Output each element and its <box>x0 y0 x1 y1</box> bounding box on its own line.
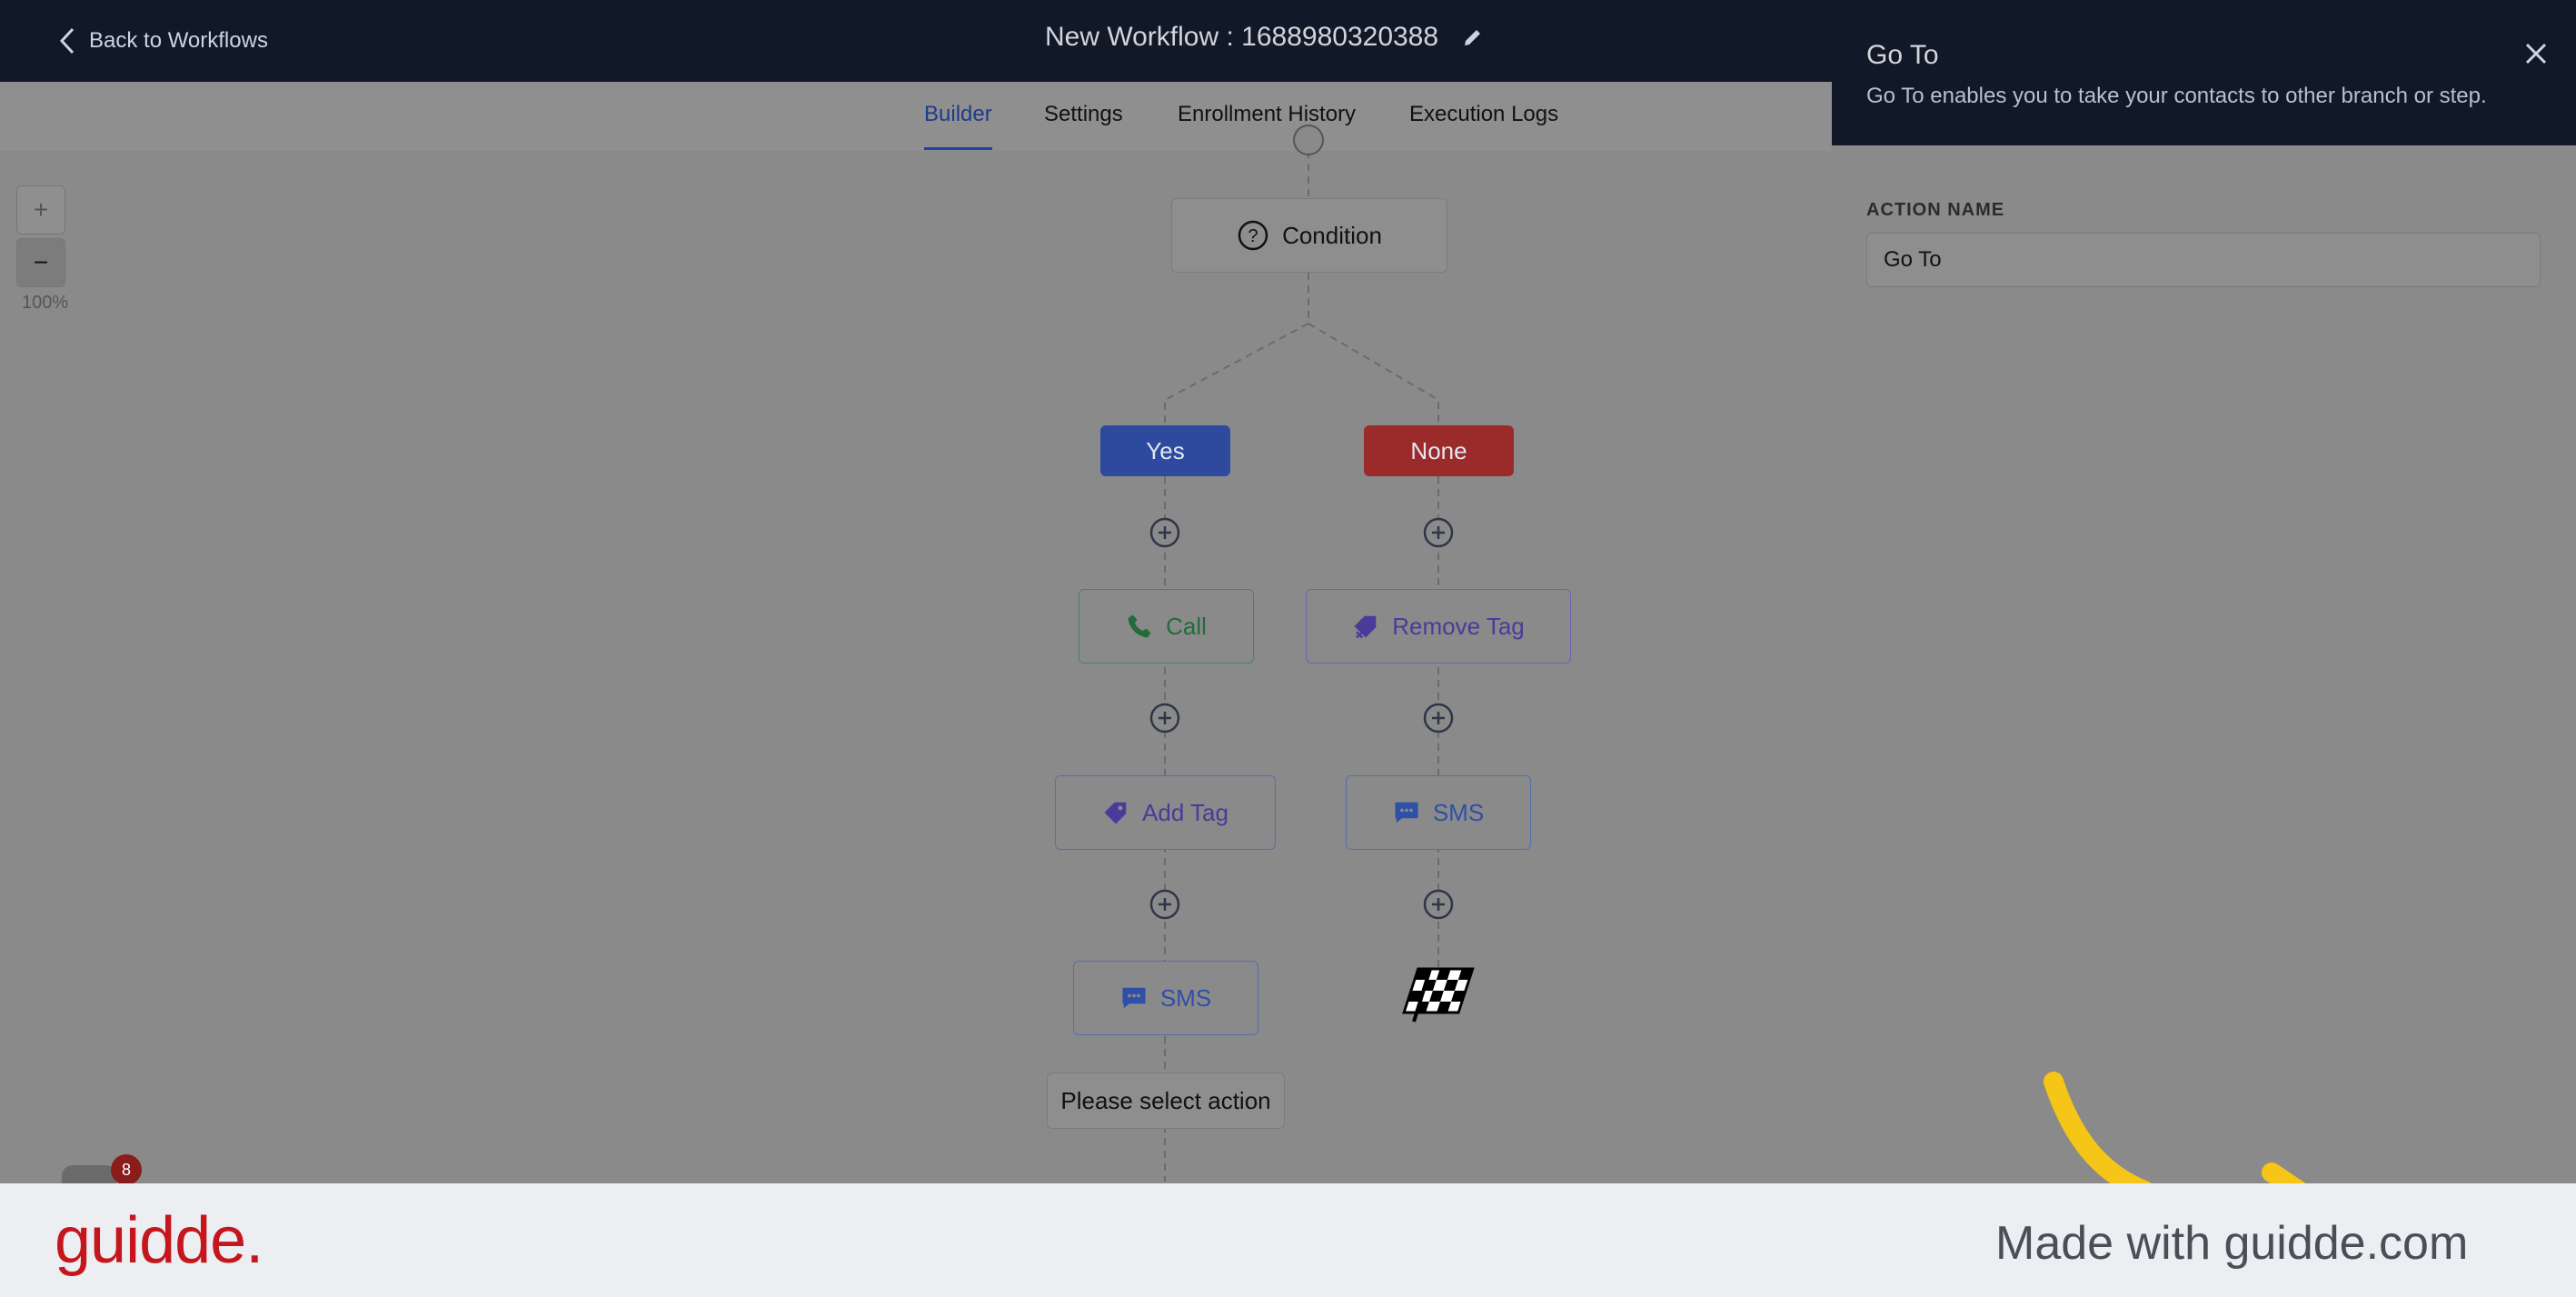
sms-step-node[interactable]: SMS <box>1073 961 1258 1035</box>
condition-label: Condition <box>1282 221 1382 249</box>
svg-text:?: ? <box>1248 226 1258 246</box>
message-icon <box>1395 802 1418 823</box>
add-step-plus-icon[interactable] <box>1423 517 1454 548</box>
add-tag-step-label: Add Tag <box>1142 798 1228 826</box>
please-select-action-node[interactable]: Please select action <box>1047 1073 1285 1129</box>
made-with-text: Made with guidde.com <box>1995 1217 2469 1270</box>
condition-node[interactable]: ? Condition <box>1171 198 1447 273</box>
remove-tag-step-label: Remove Tag <box>1392 612 1525 640</box>
panel-header: Go To Go To enables you to take your con… <box>1832 0 2576 145</box>
question-circle-icon: ? <box>1238 220 1268 251</box>
notification-badge: 8 <box>111 1154 142 1185</box>
phone-icon <box>1128 614 1151 638</box>
add-step-plus-icon[interactable] <box>1149 517 1180 548</box>
panel-title: Go To <box>1866 40 1939 70</box>
action-name-label: ACTION NAME <box>1866 200 2005 220</box>
guidde-logo: guidde. <box>55 1204 264 1277</box>
tag-remove-icon <box>1354 615 1377 639</box>
sms-step-node[interactable]: SMS <box>1346 775 1531 850</box>
branch-none[interactable]: None <box>1364 425 1514 476</box>
add-tag-step-node[interactable]: Add Tag <box>1055 775 1276 850</box>
action-name-input[interactable] <box>1866 233 2541 287</box>
call-step-label: Call <box>1166 612 1207 640</box>
add-step-plus-icon[interactable] <box>1423 703 1454 733</box>
chat-widget[interactable] <box>62 1165 116 1185</box>
add-step-plus-icon[interactable] <box>1149 703 1180 733</box>
message-icon <box>1122 987 1146 1009</box>
call-step-node[interactable]: Call <box>1079 589 1254 663</box>
add-step-plus-icon[interactable] <box>1149 889 1180 920</box>
remove-tag-step-node[interactable]: Remove Tag <box>1306 589 1571 663</box>
tag-icon <box>1104 802 1127 824</box>
close-icon[interactable] <box>2522 40 2550 67</box>
sms-step-label: SMS <box>1159 983 1212 1012</box>
finish-flag-icon <box>1402 967 1475 1023</box>
guidde-footer: guidde. Made with guidde.com <box>0 1183 2576 1297</box>
branch-yes[interactable]: Yes <box>1100 425 1230 476</box>
sms-step-label: SMS <box>1432 798 1485 826</box>
action-side-panel: Go To Go To enables you to take your con… <box>1832 0 2576 1183</box>
cursor-highlight-stroke <box>2044 1072 2309 1191</box>
add-step-plus-icon[interactable] <box>1423 889 1454 920</box>
panel-description: Go To enables you to take your contacts … <box>1866 84 2487 108</box>
